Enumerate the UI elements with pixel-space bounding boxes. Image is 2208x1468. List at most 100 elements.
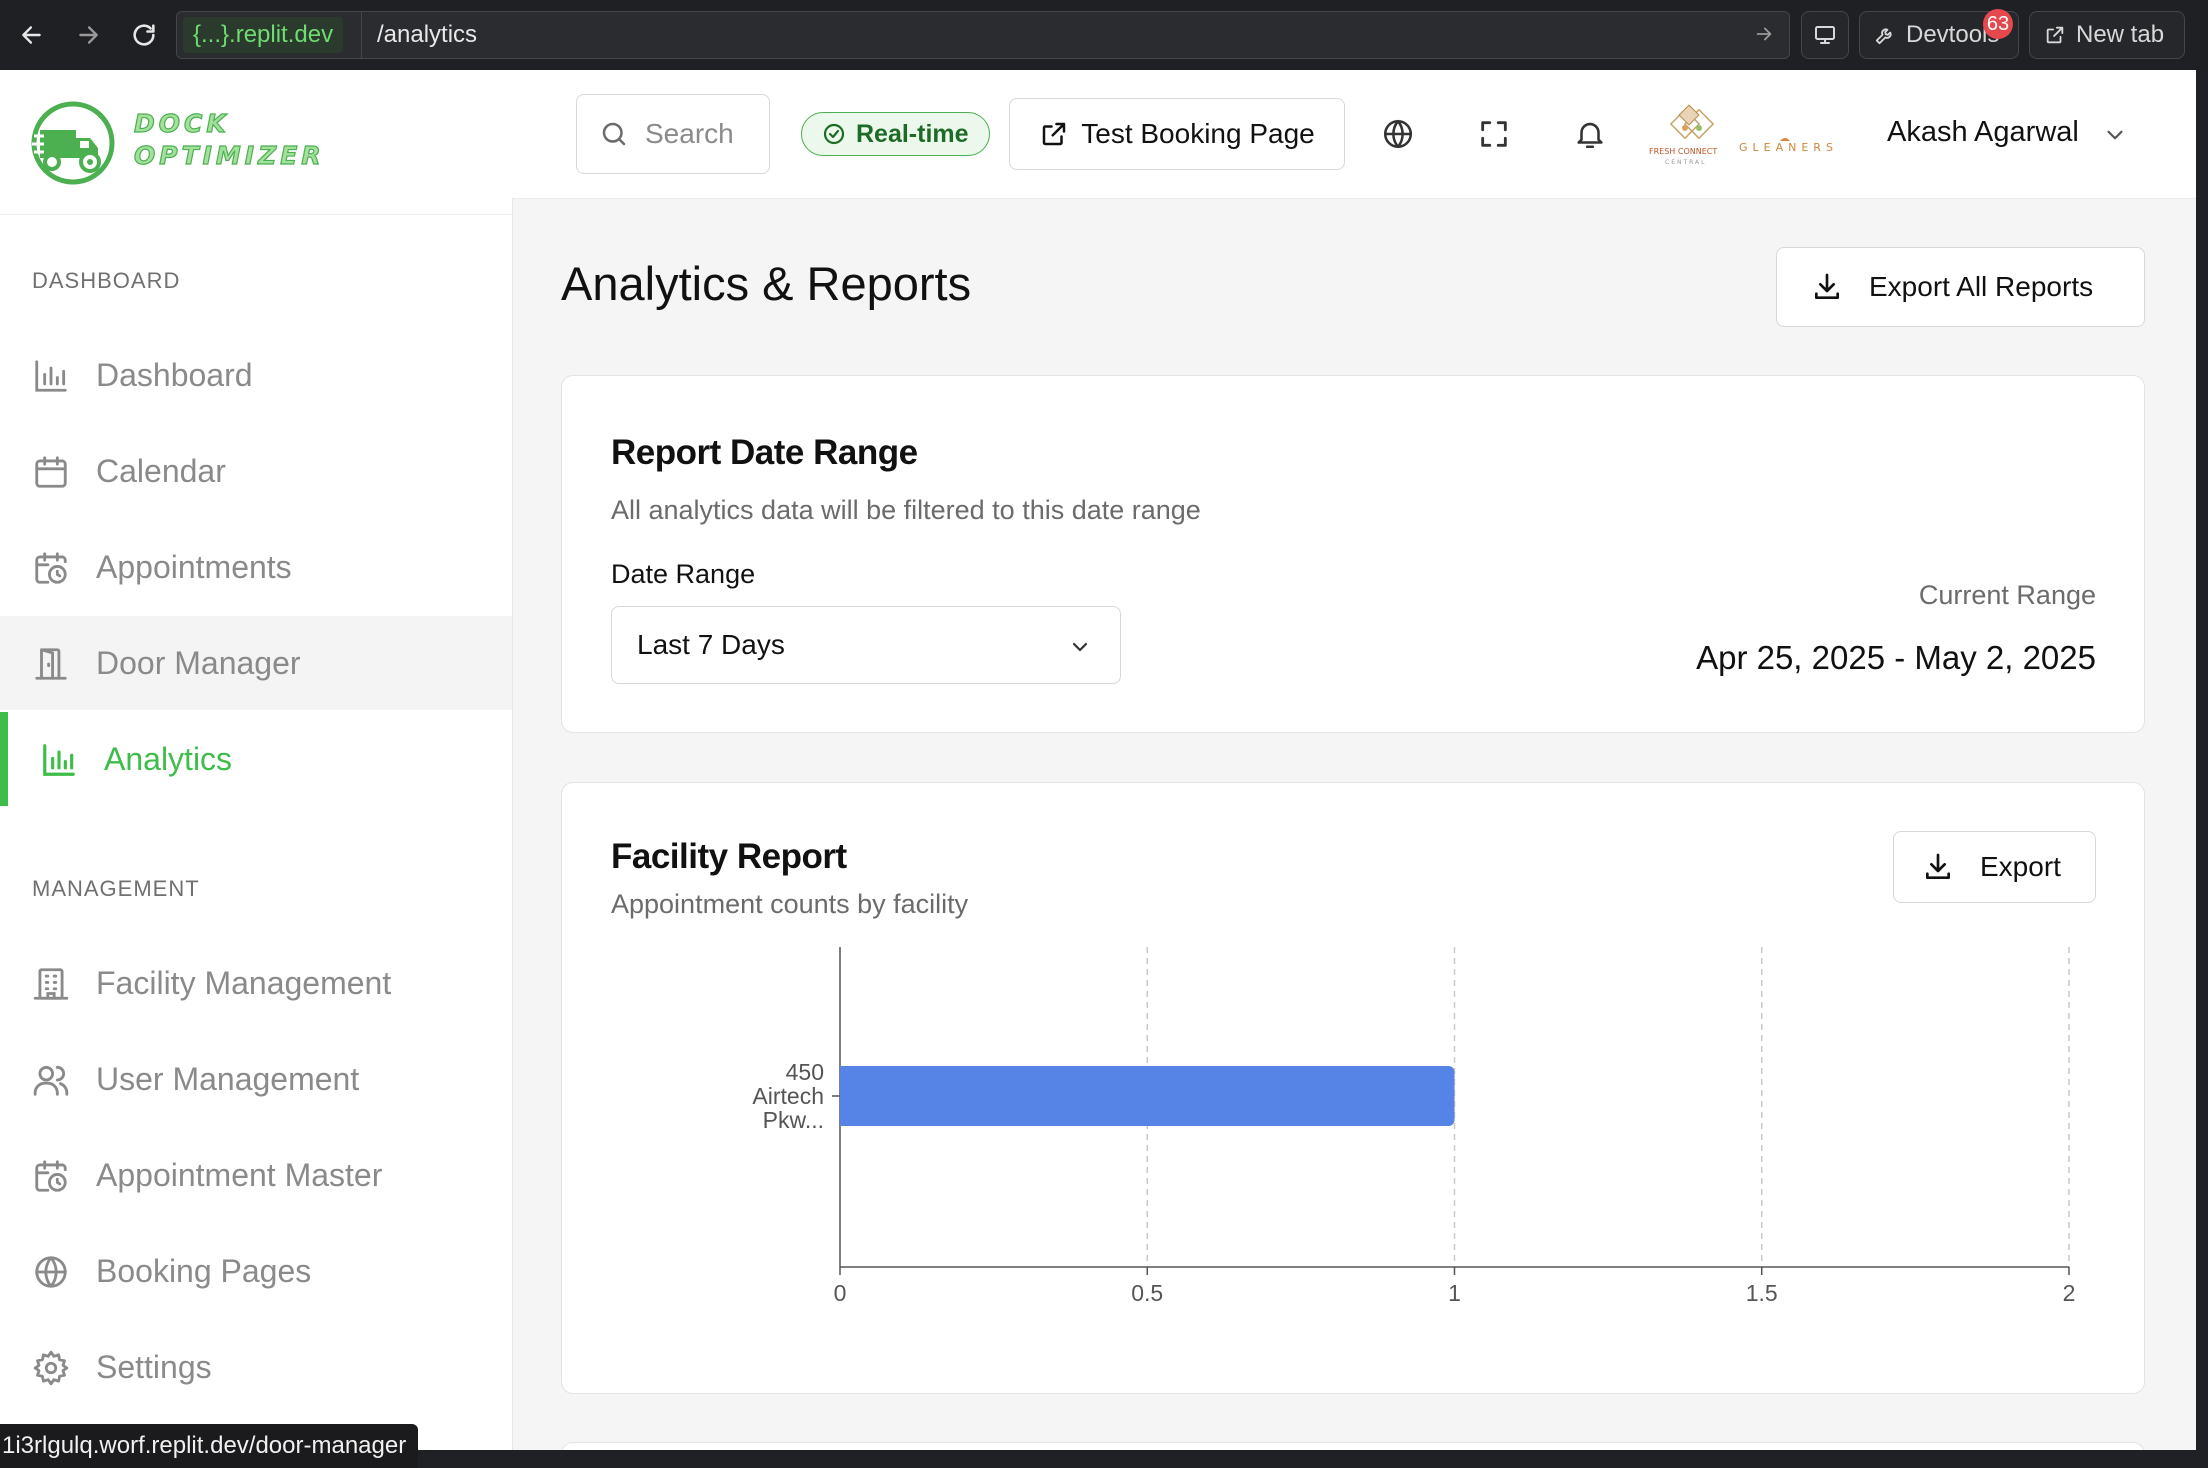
test-booking-label: Test Booking Page <box>1081 118 1315 149</box>
sidebar-item-appointments[interactable]: Appointments <box>0 520 512 614</box>
export-all-label: Export All Reports <box>1869 271 2094 302</box>
search-placeholder: Search <box>645 118 734 149</box>
bell-icon[interactable] <box>1573 117 1607 151</box>
bar-square-edge <box>840 1066 850 1126</box>
globe-icon[interactable] <box>1381 117 1415 151</box>
section-dashboard-label: DASHBOARD <box>32 268 181 293</box>
sidebar-item-label: Settings <box>96 1348 212 1385</box>
new-tab-button[interactable]: New tab <box>2029 11 2185 59</box>
card-title: Facility Report <box>611 837 847 876</box>
gear-icon <box>32 1349 70 1387</box>
sidebar-item-dashboard[interactable]: Dashboard <box>0 328 512 422</box>
realtime-badge: Real-time <box>801 112 990 156</box>
scrollbar[interactable] <box>2196 70 2208 1450</box>
check-circle-icon <box>822 122 846 146</box>
address-bar[interactable]: {...}.replit.dev /analytics <box>176 11 1790 59</box>
card-subtitle: All analytics data will be filtered to t… <box>611 495 1201 525</box>
sidebar-item-label: Dashboard <box>96 356 253 393</box>
external-link-icon <box>2044 24 2066 46</box>
brand-line-2: OPTIMIZER <box>133 140 325 170</box>
reload-icon[interactable] <box>124 12 164 58</box>
x-tick-label: 2 <box>2063 1280 2076 1306</box>
download-icon <box>1922 851 1954 883</box>
sidebar-item-label: Booking Pages <box>96 1252 312 1289</box>
url-divider <box>361 12 362 58</box>
brand-name: DOCK OPTIMIZER <box>133 108 325 172</box>
sidebar-item-facility-management[interactable]: Facility Management <box>0 936 512 1030</box>
sidebar-item-settings[interactable]: Settings <box>0 1320 512 1414</box>
realtime-label: Real-time <box>856 119 969 148</box>
truck-logo-icon <box>30 100 116 186</box>
brand-line-1: DOCK <box>133 108 230 138</box>
date-range-value: Last 7 Days <box>637 629 785 660</box>
date-range-select[interactable]: Last 7 Days <box>611 606 1121 684</box>
users-icon <box>32 1061 70 1099</box>
organization-logo: FRESH CONNECT CENTRAL GLEANERS <box>1647 100 1837 170</box>
forward-icon[interactable] <box>68 12 108 58</box>
facility-bar-chart: 00.511.52450AirtechPkw...Events Count <box>752 947 2076 1306</box>
sidebar-item-label: Appointments <box>96 548 292 585</box>
app-root: DOCK OPTIMIZER DASHBOARD Dashboard Calen… <box>0 70 2196 1450</box>
current-range-label: Current Range <box>1918 580 2096 610</box>
new-tab-label: New tab <box>2076 21 2165 48</box>
door-icon <box>32 645 70 683</box>
arrow-right-icon[interactable] <box>1753 23 1775 45</box>
x-tick-label: 0 <box>834 1280 847 1306</box>
x-tick-label: 1 <box>1448 1280 1461 1306</box>
active-indicator <box>0 712 8 806</box>
sidebar-item-label: Appointment Master <box>96 1156 383 1193</box>
bar-chart-icon <box>32 357 70 395</box>
building-icon <box>32 965 70 1003</box>
wrench-icon <box>1874 24 1896 46</box>
export-label: Export <box>1980 851 2061 882</box>
sidebar-item-label: User Management <box>96 1060 360 1097</box>
search-input[interactable]: Search <box>576 94 770 174</box>
card-title: Report Date Range <box>611 433 918 472</box>
org-logo-sub: CENTRAL <box>1665 159 1707 166</box>
link-status-tooltip: 1i3rlgulq.worf.replit.dev/door-manager <box>0 1424 419 1468</box>
sidebar-item-calendar[interactable]: Calendar <box>0 424 512 518</box>
chevron-down-icon <box>1068 635 1092 659</box>
external-link-icon <box>1039 119 1069 149</box>
page-title: Analytics & Reports <box>561 257 972 310</box>
globe-icon <box>32 1253 70 1291</box>
fullscreen-icon[interactable] <box>1477 117 1511 151</box>
x-tick-label: 0.5 <box>1131 1280 1163 1306</box>
date-range-label: Date Range <box>611 559 756 589</box>
chevron-down-icon[interactable] <box>2102 122 2128 148</box>
sidebar-item-analytics[interactable]: Analytics <box>0 712 512 806</box>
sidebar-item-user-management[interactable]: User Management <box>0 1032 512 1126</box>
export-all-reports-button[interactable]: Export All Reports <box>1776 247 2145 327</box>
bar-chart-icon <box>40 741 78 779</box>
brand-logo[interactable]: DOCK OPTIMIZER <box>0 70 512 215</box>
search-icon <box>599 119 629 149</box>
sidebar-item-label: Door Manager <box>96 644 301 681</box>
calendar-icon <box>32 453 70 491</box>
date-range-card: Report Date Range All analytics data wil… <box>561 375 2145 733</box>
sidebar: DOCK OPTIMIZER DASHBOARD Dashboard Calen… <box>0 70 513 1450</box>
user-name[interactable]: Akash Agarwal <box>1887 116 2079 149</box>
next-card <box>561 1442 2145 1450</box>
export-button[interactable]: Export <box>1893 831 2096 903</box>
test-booking-page-button[interactable]: Test Booking Page <box>1009 98 1345 170</box>
device-preview-button[interactable] <box>1801 11 1849 59</box>
org-logo-gleaners: GLEANERS <box>1739 141 1837 154</box>
calendar-clock-icon <box>32 549 70 587</box>
sidebar-item-door-manager[interactable]: Door Manager <box>0 616 512 710</box>
sidebar-item-label: Analytics <box>104 740 233 777</box>
browser-toolbar: {...}.replit.dev /analytics Devtools 63 … <box>0 0 2208 70</box>
sidebar-item-label: Facility Management <box>96 964 392 1001</box>
sidebar-item-booking-pages[interactable]: Booking Pages <box>0 1224 512 1318</box>
download-icon <box>1811 271 1843 303</box>
x-tick-label: 1.5 <box>1746 1280 1778 1306</box>
calendar-clock-icon <box>32 1157 70 1195</box>
sidebar-item-appointment-master[interactable]: Appointment Master <box>0 1128 512 1222</box>
bar <box>840 1066 1455 1126</box>
url-path: /analytics <box>377 21 478 48</box>
top-header: Search Real-time Test Booking Page FRESH… <box>512 70 2196 199</box>
org-logo-text: FRESH CONNECT <box>1649 147 1717 156</box>
back-icon[interactable] <box>12 12 52 58</box>
devtools-badge: 63 <box>1983 9 2013 39</box>
y-tick-label: 450 Airtech Pkw... <box>752 1059 824 1133</box>
facility-report-card: Facility Report Appointment counts by fa… <box>561 782 2145 1394</box>
